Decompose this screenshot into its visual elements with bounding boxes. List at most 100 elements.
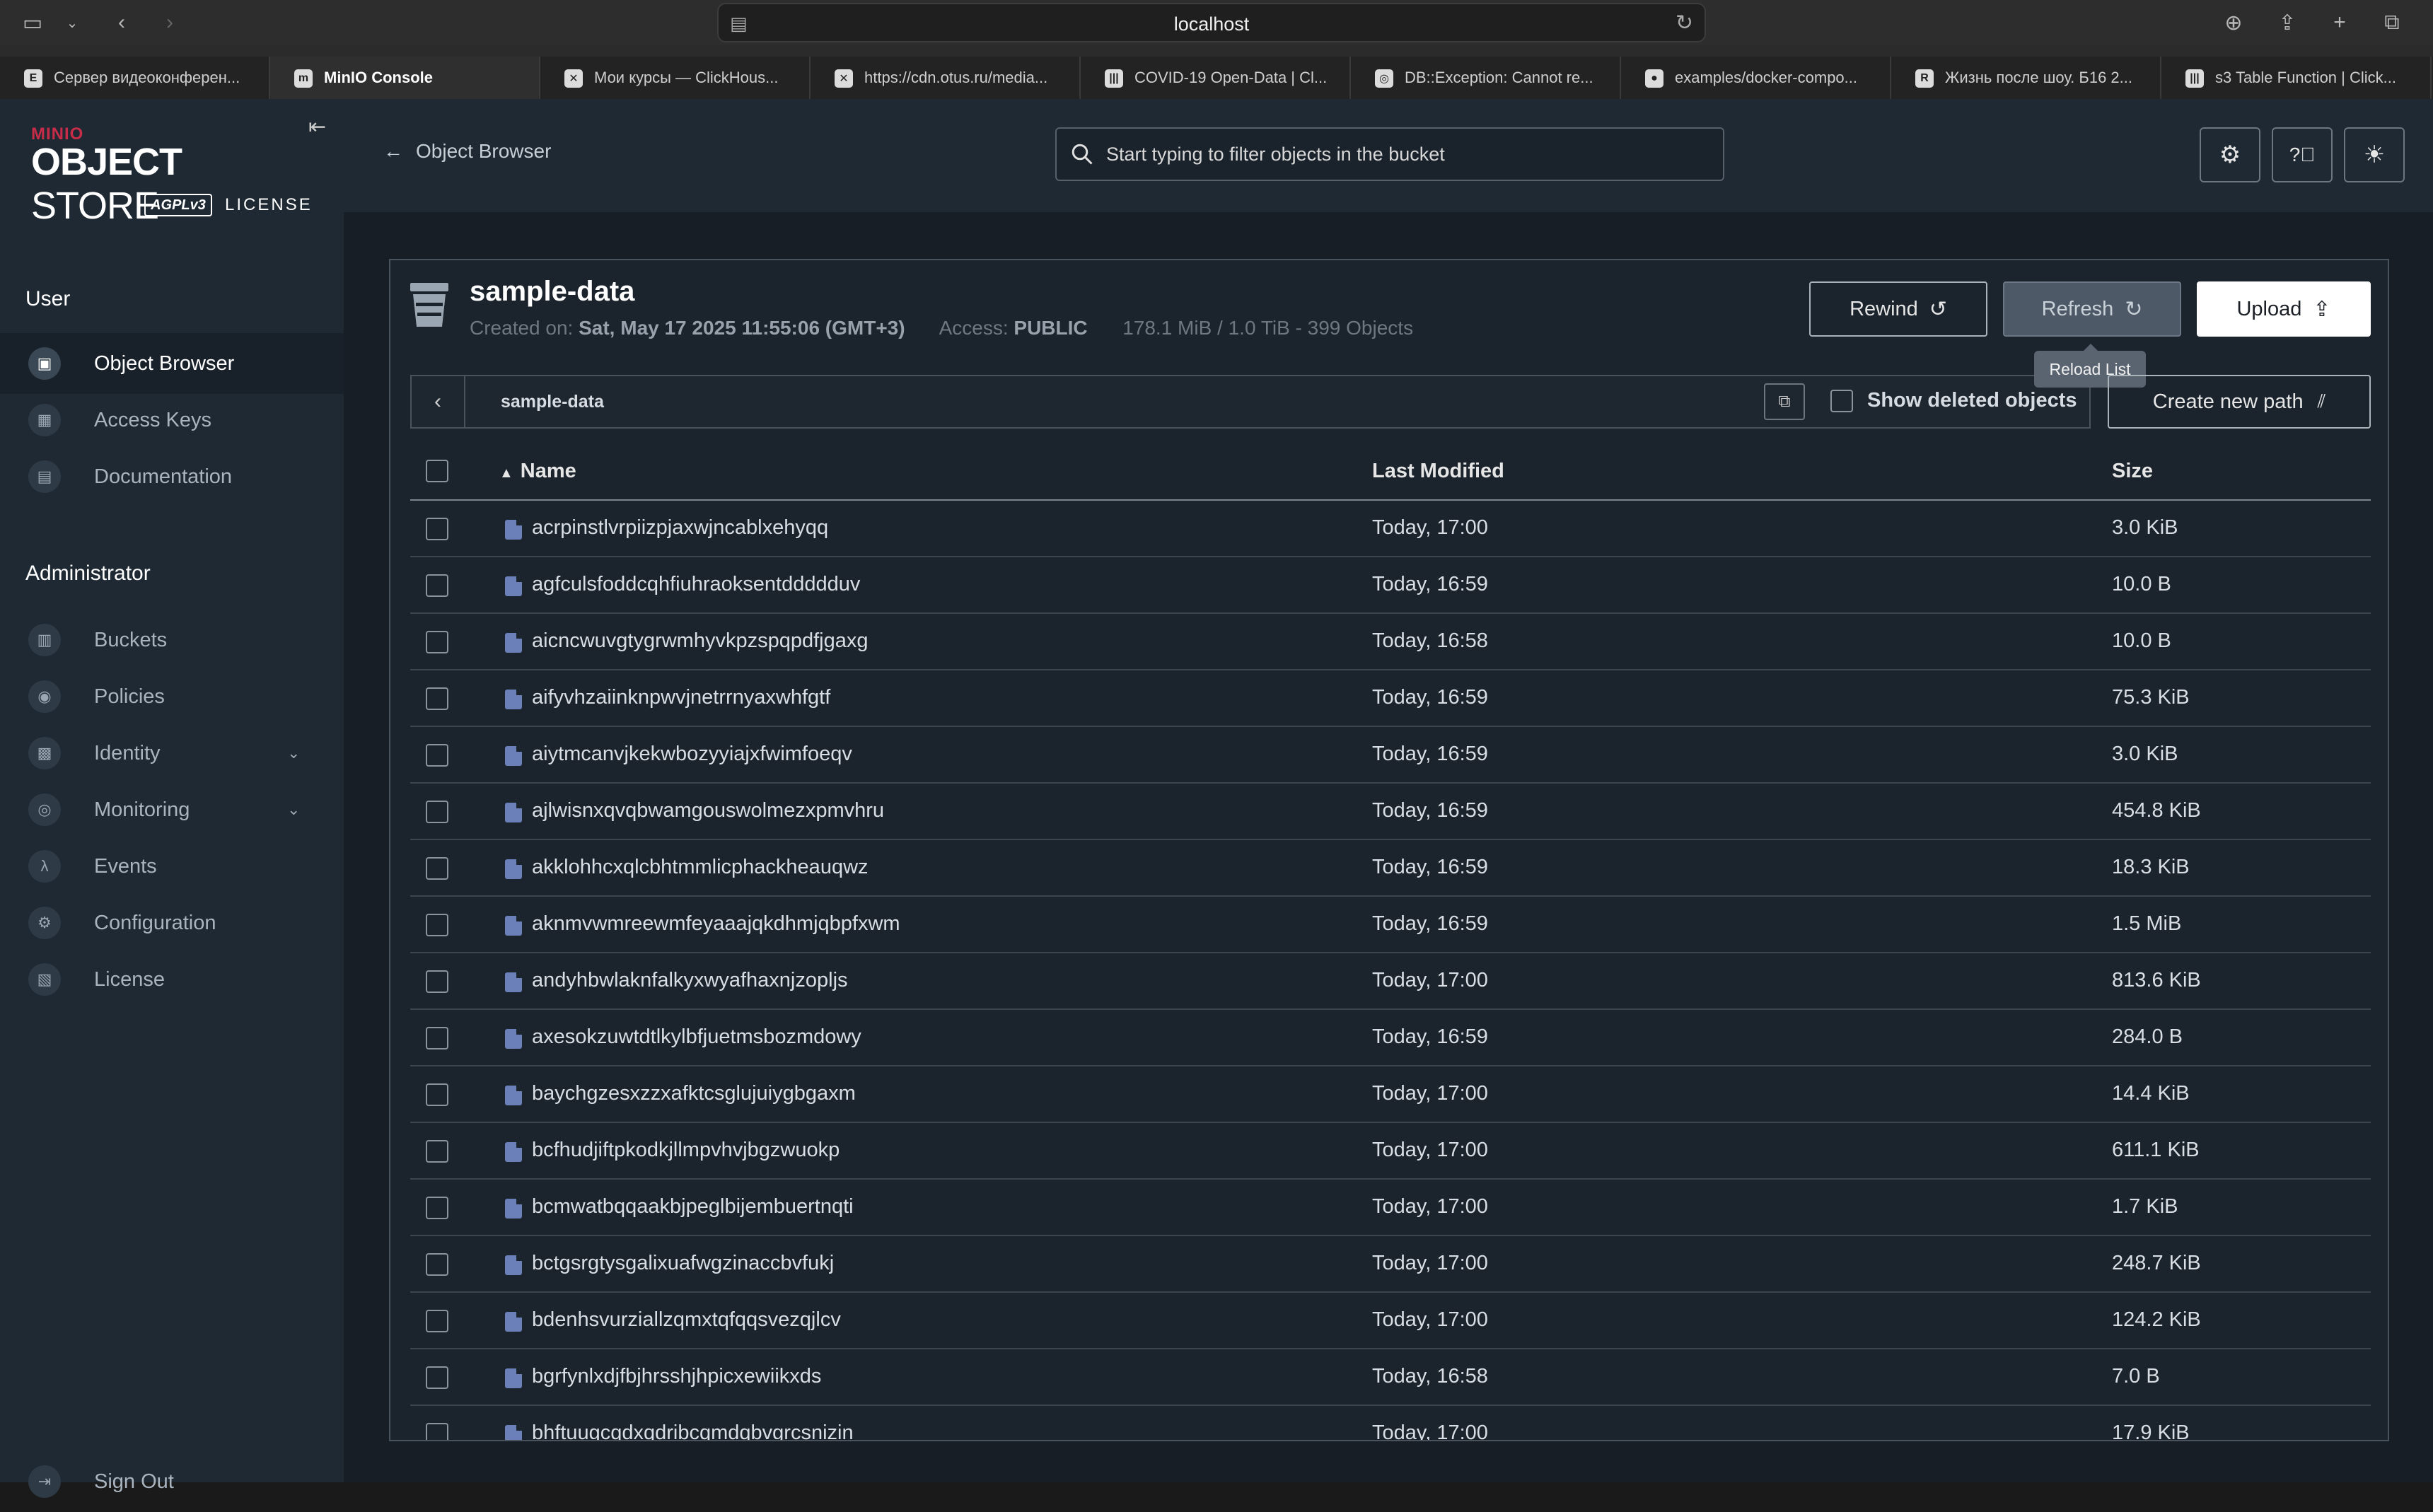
select-all-checkbox[interactable]	[426, 460, 448, 482]
table-row[interactable]: acrpinstlvrpiizpjaxwjncablxehyqq Today, 1…	[410, 501, 2371, 557]
search-input[interactable]	[1106, 129, 1714, 180]
object-name[interactable]: aknmvwmreewmfeyaaajqkdhmjqbpfxwm	[532, 912, 900, 936]
table-row[interactable]: bdenhsvurziallzqmxtqfqqsvezqjlcv Today, 1…	[410, 1293, 2371, 1349]
browser-tab[interactable]: ||| s3 Table Function | Click...	[2161, 57, 2432, 99]
object-name[interactable]: baychgzesxzzxafktcsglujuiygbgaxm	[532, 1082, 856, 1105]
address-bar[interactable]: ▤ localhost ↻	[717, 3, 1706, 42]
browser-tab[interactable]: ✕ https://cdn.otus.ru/media...	[811, 57, 1081, 99]
row-checkbox[interactable]	[426, 1027, 448, 1049]
sidebar-item-monitoring[interactable]: ◎ Monitoring ⌄	[0, 779, 344, 840]
object-name[interactable]: bgrfynlxdjfbjhrsshjhpicxewiikxds	[532, 1365, 821, 1388]
row-checkbox[interactable]	[426, 1253, 448, 1276]
table-row[interactable]: ajlwisnxqvqbwamgouswolmezxpmvhru Today, 1…	[410, 784, 2371, 840]
table-row[interactable]: bgrfynlxdjfbjhrsshjhpicxewiikxds Today, 1…	[410, 1349, 2371, 1406]
table-row[interactable]: bctgsrgtysgalixuafwgzinaccbvfukj Today, 1…	[410, 1236, 2371, 1293]
row-checkbox[interactable]	[426, 574, 448, 597]
table-row[interactable]: akklohhcxqlcbhtmmlicphackheauqwz Today, 1…	[410, 840, 2371, 897]
show-deleted-checkbox[interactable]	[1830, 389, 1853, 412]
sidebar-toggle-icon[interactable]: ▭	[17, 7, 48, 38]
row-checkbox[interactable]	[426, 631, 448, 653]
browser-tab[interactable]: E Сервер видеоконферен...	[0, 57, 270, 99]
browser-tab[interactable]: ● examples/docker-compo...	[1621, 57, 1891, 99]
row-checkbox[interactable]	[426, 1366, 448, 1389]
share-icon[interactable]: ⇪	[2272, 7, 2303, 38]
browser-tab[interactable]: ◎ DB::Exception: Cannot re...	[1351, 57, 1621, 99]
object-name[interactable]: bcfhudjiftpkodkjllmpvhvjbgzwuokp	[532, 1139, 840, 1162]
column-name[interactable]: ▲ Name	[499, 460, 576, 483]
sidebar-item-policies[interactable]: ◉ Policies	[0, 666, 344, 727]
object-name[interactable]: bcmwatbqqaakbjpeglbijembuertnqti	[532, 1195, 854, 1219]
upload-button[interactable]: Upload ⇪	[2197, 281, 2371, 337]
row-checkbox[interactable]	[426, 1140, 448, 1163]
show-deleted-toggle[interactable]: Show deleted objects	[1830, 389, 2077, 412]
chevron-down-icon[interactable]: ⌄	[57, 7, 88, 38]
object-name[interactable]: bdenhsvurziallzqmxtqfqqsvezqjlcv	[532, 1308, 841, 1332]
object-name[interactable]: axesokzuwtdtlkylbfjuetmsbozmdowy	[532, 1025, 861, 1049]
tab-overview-icon[interactable]: ⧉	[2376, 7, 2408, 38]
row-checkbox[interactable]	[426, 1423, 448, 1440]
table-row[interactable]: bcfhudjiftpkodkjllmpvhvjbgzwuokp Today, 1…	[410, 1123, 2371, 1180]
row-checkbox[interactable]	[426, 1310, 448, 1332]
table-row[interactable]: baychgzesxzzxafktcsglujuiygbgaxm Today, 1…	[410, 1066, 2371, 1123]
table-row[interactable]: andyhbwlaknfalkyxwyafhaxnjzopljs Today, 1…	[410, 953, 2371, 1010]
table-row[interactable]: bcmwatbqqaakbjpeglbijembuertnqti Today, 1…	[410, 1180, 2371, 1236]
refresh-button[interactable]: Refresh ↻	[2003, 281, 2181, 337]
theme-toggle-button[interactable]: ☀	[2344, 127, 2405, 182]
rewind-button[interactable]: Rewind ↺	[1809, 281, 1987, 337]
row-checkbox[interactable]	[426, 914, 448, 936]
back-to-object-browser[interactable]: ← Object Browser	[383, 140, 551, 163]
row-checkbox[interactable]	[426, 801, 448, 823]
table-row[interactable]: axesokzuwtdtlkylbfjuetmsbozmdowy Today, 1…	[410, 1010, 2371, 1066]
column-size[interactable]: Size	[2112, 460, 2153, 483]
help-button[interactable]: ?⃝	[2272, 127, 2333, 182]
table-row[interactable]: agfculsfoddcqhfiuhraoksentddddduv Today, …	[410, 557, 2371, 614]
row-checkbox[interactable]	[426, 970, 448, 993]
table-row[interactable]: aicncwuvgtygrwmhyvkpzspqpdfjgaxg Today, 1…	[410, 614, 2371, 670]
row-checkbox[interactable]	[426, 518, 448, 540]
sidebar-item-access-keys[interactable]: ▦ Access Keys	[0, 390, 344, 450]
row-checkbox[interactable]	[426, 744, 448, 767]
row-checkbox[interactable]	[426, 1197, 448, 1219]
forward-arrow-icon[interactable]: ›	[154, 7, 185, 38]
create-new-path-button[interactable]: Create new path ⫽	[2108, 375, 2371, 429]
object-name[interactable]: aicncwuvgtygrwmhyvkpzspqpdfjgaxg	[532, 629, 869, 653]
filter-search-box[interactable]	[1055, 127, 1724, 181]
browser-tab[interactable]: ||| COVID-19 Open-Data | Cl...	[1081, 57, 1351, 99]
download-icon[interactable]: ⊕	[2218, 7, 2249, 38]
new-tab-icon[interactable]: +	[2324, 7, 2355, 38]
collapse-sidebar-icon[interactable]: ⇤	[308, 115, 326, 139]
settings-button[interactable]: ⚙	[2200, 127, 2260, 182]
chevron-down-icon[interactable]: ⌄	[287, 744, 300, 762]
row-checkbox[interactable]	[426, 687, 448, 710]
copy-path-button[interactable]: ⧉	[1764, 383, 1805, 420]
column-last-modified[interactable]: Last Modified	[1372, 460, 1504, 483]
sidebar-item-sign-out[interactable]: ⇥ Sign Out	[0, 1451, 344, 1512]
row-checkbox[interactable]	[426, 857, 448, 880]
back-arrow-icon[interactable]: ‹	[106, 7, 137, 38]
breadcrumb[interactable]: sample-data	[501, 392, 604, 412]
table-row[interactable]: aifyvhzaiinknpwvjnetrrnyaxwhfgtf Today, 1…	[410, 670, 2371, 727]
sidebar-item-documentation[interactable]: ▤ Documentation	[0, 446, 344, 507]
object-name[interactable]: akklohhcxqlcbhtmmlicphackheauqwz	[532, 856, 869, 879]
sidebar-item-identity[interactable]: ▩ Identity ⌄	[0, 723, 344, 784]
browser-tab[interactable]: R Жизнь после шоу. Б16 2...	[1891, 57, 2161, 99]
sidebar-item-events[interactable]: λ Events	[0, 836, 344, 897]
table-row[interactable]: aknmvwmreewmfeyaaajqkdhmjqbpfxwm Today, 1…	[410, 897, 2371, 953]
table-row[interactable]: aiytmcanvjkekwbozyyiajxfwimfoeqv Today, 1…	[410, 727, 2371, 784]
object-name[interactable]: ajlwisnxqvqbwamgouswolmezxpmvhru	[532, 799, 884, 822]
object-name[interactable]: aiytmcanvjkekwbozyyiajxfwimfoeqv	[532, 743, 852, 766]
sidebar-item-object-browser[interactable]: ▣ Object Browser	[0, 333, 344, 394]
browser-tab[interactable]: ✕ Мои курсы — ClickHous...	[540, 57, 811, 99]
sidebar-item-buckets[interactable]: ▥ Buckets	[0, 610, 344, 670]
chevron-down-icon[interactable]: ⌄	[287, 801, 300, 819]
sidebar-item-license[interactable]: ▧ License	[0, 949, 344, 1010]
object-name[interactable]: bhftuugcqdxqdribcqmdqbvgrcsnizin	[532, 1421, 854, 1440]
row-checkbox[interactable]	[426, 1083, 448, 1106]
reload-icon[interactable]: ↻	[1676, 11, 1693, 35]
path-back-button[interactable]: ‹	[412, 376, 465, 427]
object-name[interactable]: agfculsfoddcqhfiuhraoksentddddduv	[532, 573, 860, 596]
browser-tab[interactable]: m MinIO Console	[270, 57, 540, 99]
object-name[interactable]: bctgsrgtysgalixuafwgzinaccbvfukj	[532, 1252, 834, 1275]
sidebar-item-configuration[interactable]: ⚙ Configuration	[0, 892, 344, 953]
object-name[interactable]: andyhbwlaknfalkyxwyafhaxnjzopljs	[532, 969, 848, 992]
